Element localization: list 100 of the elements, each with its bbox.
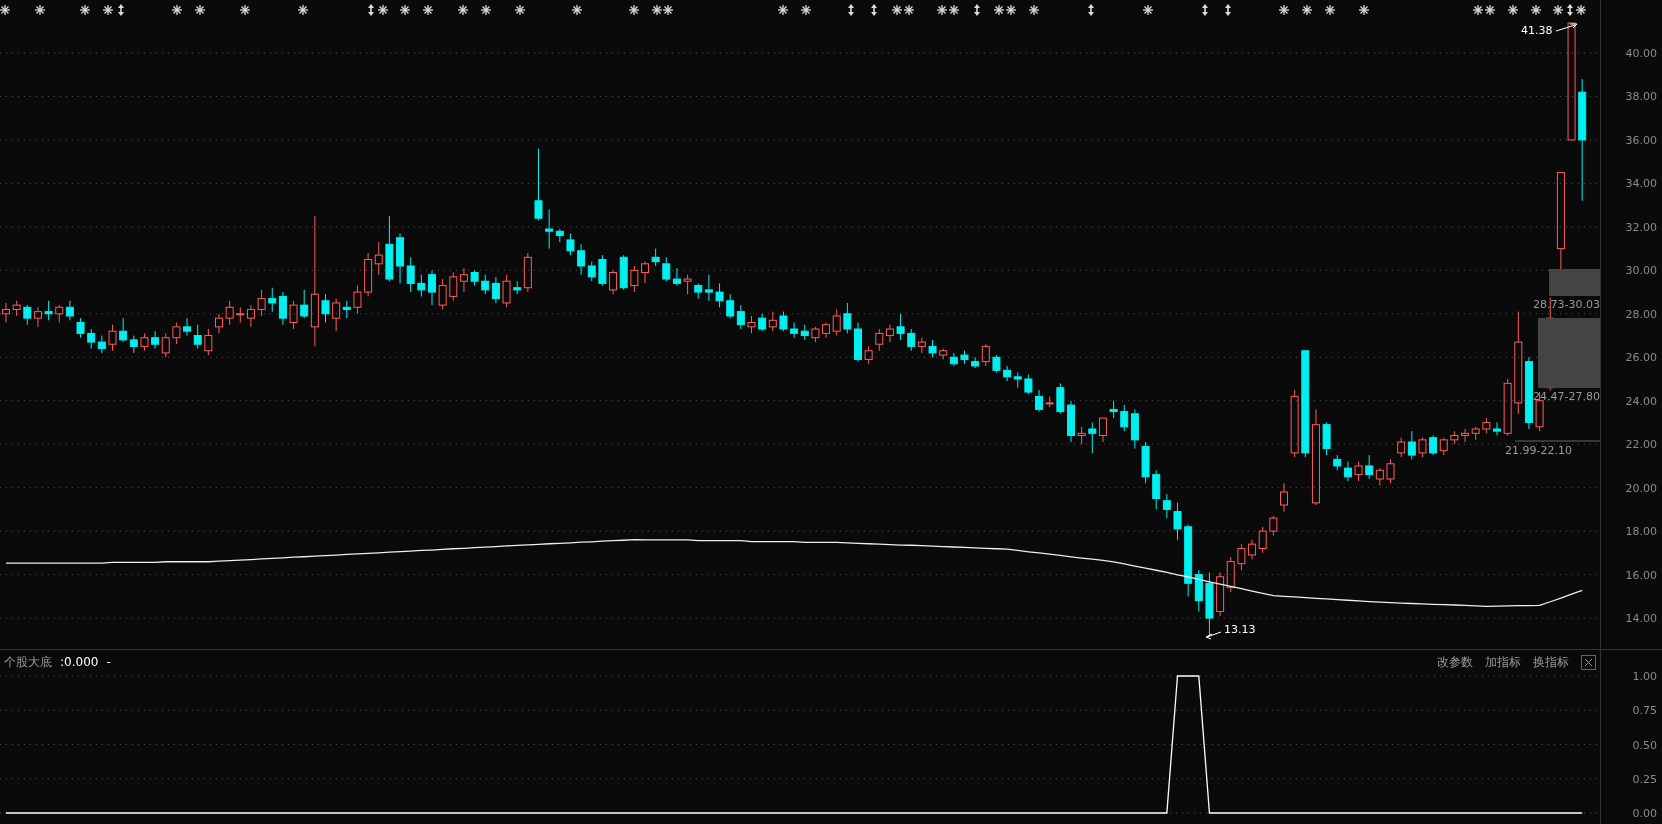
candlestick — [268, 287, 277, 313]
star-icon — [1028, 4, 1040, 16]
price-axis-label: 34.00 — [1625, 177, 1657, 191]
candlestick — [1418, 437, 1427, 458]
candlestick — [225, 300, 234, 326]
candlestick — [630, 265, 639, 293]
candlestick — [1503, 378, 1512, 436]
star-icon — [1507, 4, 1519, 16]
indicator-action-button[interactable]: 改参数 — [1437, 653, 1473, 671]
star-icon — [1472, 4, 1484, 16]
candlestick — [779, 311, 788, 332]
candlestick — [715, 282, 724, 308]
candlestick — [257, 289, 266, 317]
candlestick — [917, 337, 926, 354]
candlestick — [566, 232, 575, 256]
candlestick — [449, 272, 458, 302]
candlestick — [1322, 421, 1331, 456]
candlestick — [65, 300, 74, 321]
candlestick — [438, 278, 447, 310]
candlestick — [1280, 482, 1288, 513]
star-icon — [1005, 4, 1017, 16]
candlestick — [800, 324, 809, 341]
star-icon — [1324, 4, 1336, 16]
candlestick — [246, 304, 255, 328]
candlestick — [1248, 539, 1257, 560]
indicator-action-button[interactable]: 换指标 — [1533, 653, 1569, 671]
candlestick — [736, 304, 745, 330]
candlestick — [161, 332, 170, 358]
price-axis-label: 20.00 — [1625, 481, 1657, 495]
candlestick — [406, 256, 415, 293]
close-button[interactable] — [1581, 654, 1596, 670]
candlestick — [672, 267, 681, 287]
candlestick — [662, 256, 671, 282]
pointer-arrow-icon — [1555, 23, 1578, 32]
candlestick — [459, 267, 468, 293]
candlestick — [1461, 428, 1470, 443]
candlestick — [1024, 374, 1033, 395]
star-icon — [948, 4, 960, 16]
star-icon — [1278, 4, 1290, 16]
candlestick — [1013, 372, 1022, 389]
candlestick — [1077, 426, 1086, 445]
star-icon — [377, 4, 389, 16]
candlestick — [396, 232, 405, 284]
candlestick — [1141, 441, 1150, 484]
indicator-axis-label: 0.00 — [1632, 807, 1657, 820]
updown-arrow-icon — [1088, 4, 1094, 16]
candlestick — [172, 322, 181, 345]
star-icon — [34, 4, 46, 16]
candlestick — [491, 276, 500, 304]
candlestick — [1354, 461, 1363, 482]
star-icon — [891, 4, 903, 16]
indicator-dash: - — [106, 654, 111, 671]
indicator-axis-label: 0.50 — [1632, 738, 1657, 752]
candlestick — [1493, 421, 1501, 436]
candlestick — [470, 269, 479, 287]
candlestick — [1216, 571, 1225, 617]
low-price-label: 13.13 — [1224, 623, 1256, 636]
price-axis-label: 38.00 — [1625, 90, 1657, 104]
indicator-action-button[interactable]: 加指标 — [1485, 653, 1521, 671]
star-icon — [777, 4, 789, 16]
indicator-axis-label: 1.00 — [1632, 670, 1657, 683]
candlestick — [1375, 467, 1384, 486]
candlestick — [119, 317, 128, 343]
price-axis-label: 14.00 — [1625, 612, 1657, 626]
candlestick — [12, 300, 21, 317]
candlestick — [278, 291, 287, 326]
star-icon — [1484, 4, 1496, 16]
candlestick — [364, 252, 373, 297]
candlestick — [928, 339, 937, 358]
star-icon — [1575, 4, 1587, 16]
candlestick — [2, 302, 10, 323]
candlestick — [1226, 556, 1235, 593]
candlestick — [843, 302, 852, 334]
star-icon — [571, 4, 583, 16]
star-icon — [1358, 4, 1370, 16]
candlestick — [875, 328, 884, 352]
candlestick — [1205, 571, 1214, 638]
candlestick — [428, 269, 436, 306]
candlestick — [183, 317, 192, 337]
candlestick — [129, 335, 138, 354]
candlestick — [683, 274, 692, 295]
price-axis-label: 26.00 — [1625, 351, 1657, 365]
indicator-axis-label: 0.25 — [1632, 772, 1657, 786]
star-icon — [194, 4, 206, 16]
candlestick — [151, 330, 160, 350]
candlestick — [1471, 426, 1480, 441]
candlestick — [1088, 421, 1097, 454]
star-icon — [514, 4, 526, 16]
star-icon — [171, 4, 183, 16]
indicator-value: :0.000 — [60, 654, 99, 671]
candlestick — [108, 324, 117, 352]
candlestick — [417, 274, 426, 297]
candlestick — [1482, 417, 1491, 434]
candlestick — [44, 300, 53, 321]
candlestick — [55, 304, 64, 323]
star-icon — [457, 4, 469, 16]
star-icon — [79, 4, 91, 16]
candlestick — [1056, 382, 1065, 415]
candlestick — [1397, 437, 1406, 458]
price-axis-label: 18.00 — [1625, 525, 1657, 539]
